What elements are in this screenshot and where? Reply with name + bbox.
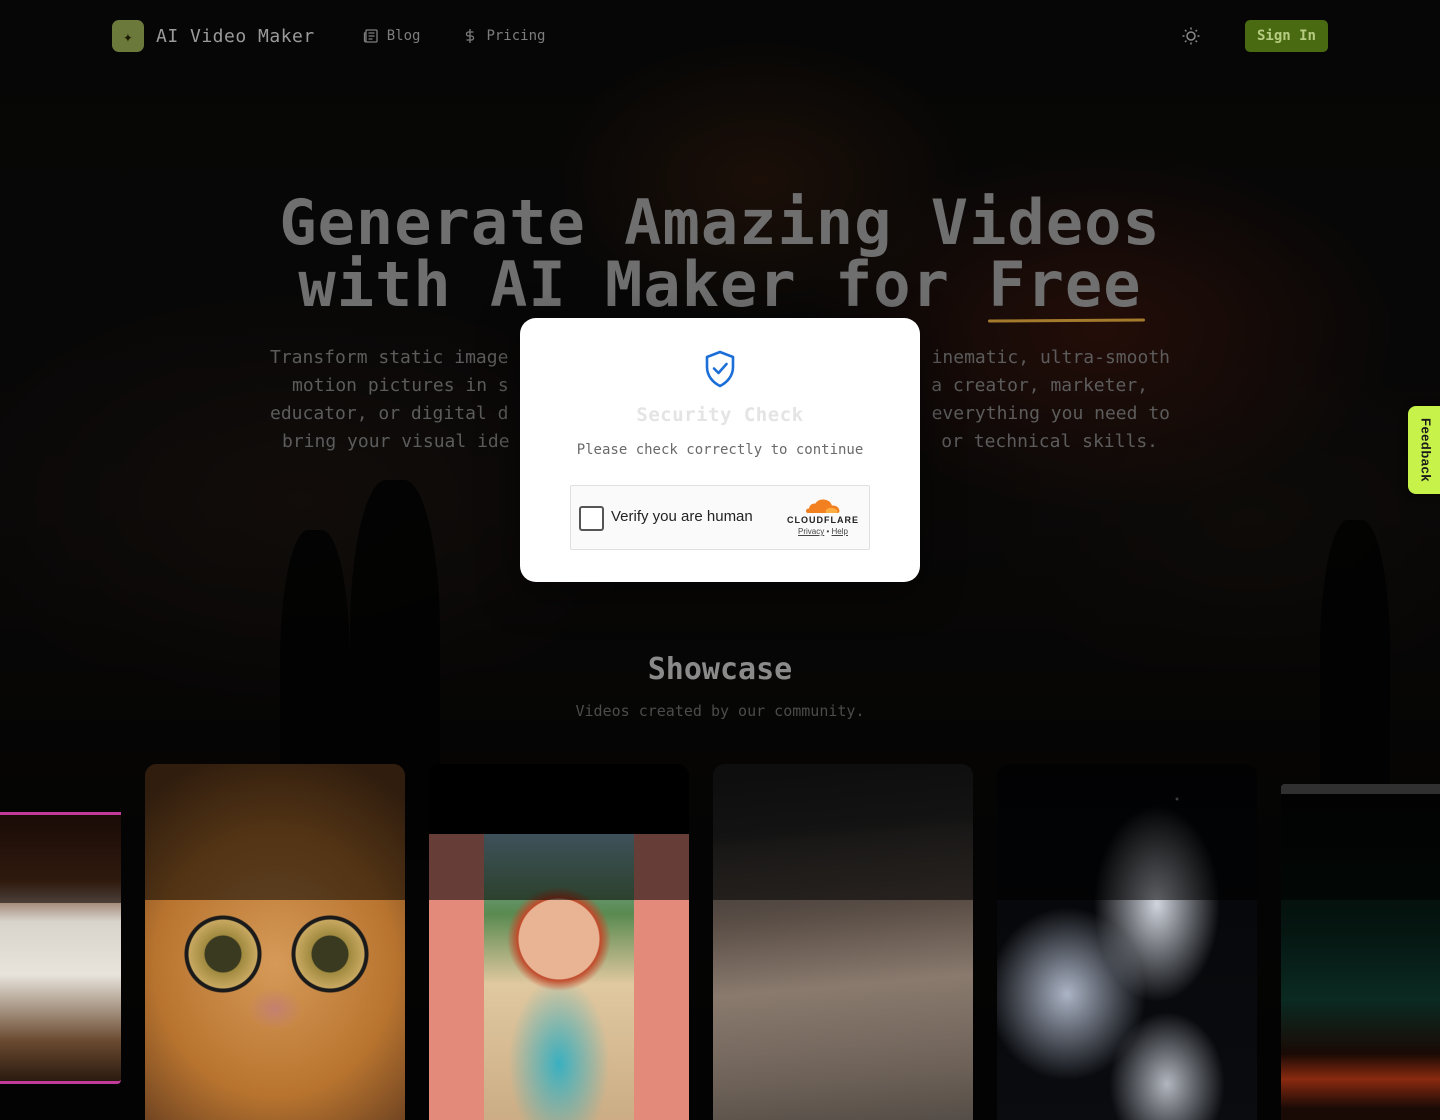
dollar-icon — [466, 29, 475, 43]
help-link[interactable]: Help — [832, 527, 848, 536]
verify-checkbox[interactable] — [579, 506, 604, 531]
shield-check-icon — [705, 350, 735, 388]
hero-title-line-2: with AI Maker for Free — [0, 254, 1440, 316]
showcase-title: Showcase — [647, 652, 793, 687]
main-nav: Blog Pricing — [363, 28, 545, 44]
modal-title: Security Check — [636, 404, 804, 426]
hero-subtitle-fragment: educator, or digital d — [270, 403, 509, 424]
site-header: ✦ AI Video Maker Blog Pricing Sign In — [0, 0, 1440, 72]
nav-blog-label: Blog — [386, 28, 421, 44]
showcase-video-card[interactable] — [429, 764, 689, 1120]
hero-subtitle-fragment: inematic, ultra-smooth — [931, 347, 1170, 368]
logo[interactable]: ✦ AI Video Maker — [112, 20, 315, 52]
sign-in-button[interactable]: Sign In — [1244, 20, 1328, 52]
showcase-video-card[interactable] — [145, 764, 405, 1120]
nav-pricing-label: Pricing — [486, 28, 546, 44]
showcase-video-card[interactable] — [0, 812, 121, 1084]
cloudflare-name: CLOUDFLARE — [787, 515, 859, 525]
hero-title-prefix: with AI Maker for — [298, 248, 989, 321]
hero-subtitle-fragment: motion pictures in s — [292, 375, 509, 396]
app-name: AI Video Maker — [156, 25, 315, 47]
showcase-video-card[interactable] — [713, 764, 973, 1120]
captcha-links: Privacy • Help — [785, 527, 861, 536]
nav-blog[interactable]: Blog — [363, 28, 421, 44]
hero-subtitle-fragment: everything you need to — [931, 403, 1170, 424]
privacy-link[interactable]: Privacy — [798, 527, 824, 536]
cloudflare-brand: CLOUDFLARE Privacy • Help — [785, 498, 861, 536]
showcase-video-card[interactable] — [997, 764, 1257, 1120]
cloudflare-cloud-icon — [806, 499, 840, 513]
modal-subtitle: Please check correctly to continue — [576, 442, 864, 458]
showcase-subtitle: Videos created by our community. — [575, 702, 865, 720]
hero-subtitle-fragment: Transform static image — [270, 347, 509, 368]
hero-subtitle-fragment: or technical skills. — [941, 431, 1158, 452]
newspaper-icon — [363, 29, 378, 43]
hero-title: Generate Amazing Videos with AI Maker fo… — [0, 192, 1440, 316]
hero-title-accent: Free — [988, 248, 1142, 321]
feedback-tab[interactable]: Feedback — [1408, 406, 1440, 494]
hero-subtitle-fragment: a creator, marketer, — [931, 375, 1148, 396]
nav-pricing[interactable]: Pricing — [462, 28, 545, 44]
header-actions: Sign In — [1181, 20, 1328, 52]
hero-title-line-1: Generate Amazing Videos — [279, 186, 1161, 259]
link-separator: • — [826, 527, 830, 536]
verify-label[interactable]: Verify you are human — [611, 508, 753, 525]
feedback-label: Feedback — [1418, 418, 1434, 482]
captcha-widget: Verify you are human CLOUDFLARE Privacy … — [570, 485, 870, 550]
sparkle-icon: ✦ — [112, 20, 144, 52]
security-check-modal: Security Check Please check correctly to… — [520, 318, 920, 582]
showcase-video-card[interactable] — [1281, 784, 1440, 1120]
sun-icon[interactable] — [1181, 26, 1201, 46]
hero-subtitle-fragment: bring your visual ide — [282, 431, 510, 452]
